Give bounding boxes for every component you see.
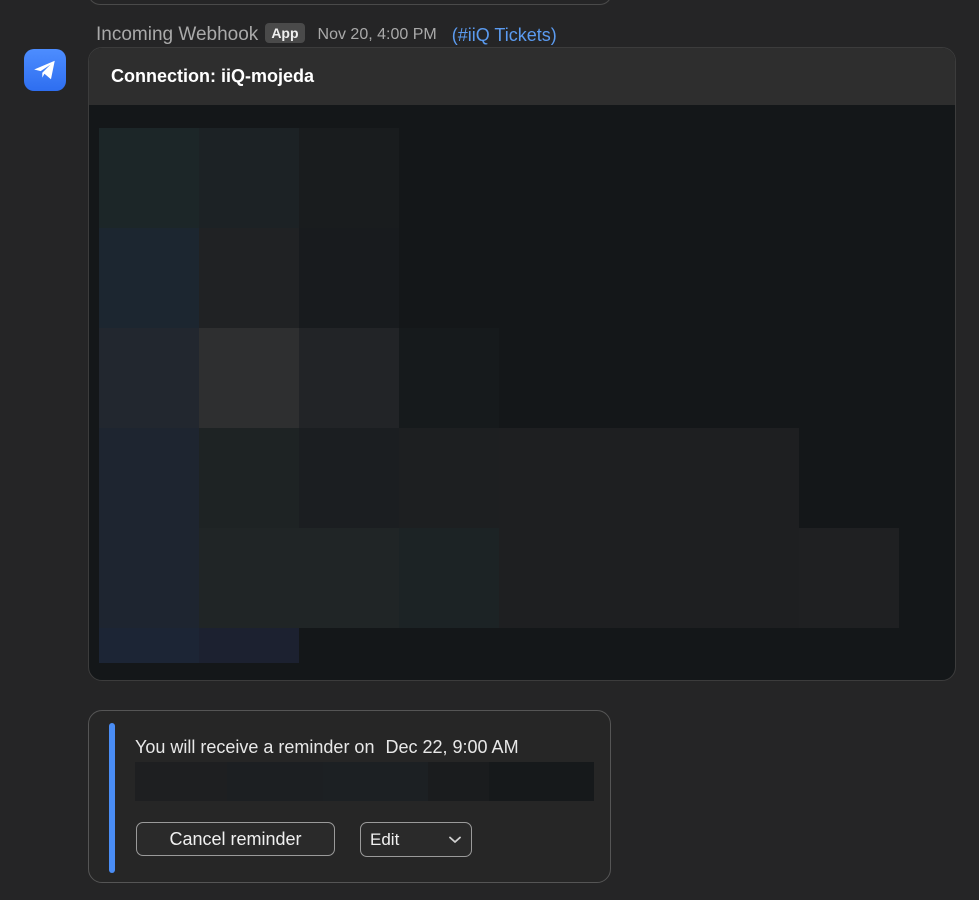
edit-dropdown-label: Edit [370, 829, 400, 849]
reminder-date: Dec 22, 9:00 AM [385, 737, 519, 757]
reminder-text: You will receive a reminder on [135, 737, 375, 757]
chevron-down-icon [449, 836, 461, 843]
app-badge: App [265, 23, 305, 43]
redacted-image [99, 128, 899, 663]
webhook-avatar[interactable] [24, 49, 66, 91]
reminder-redacted-content [135, 762, 594, 801]
message-timestamp[interactable]: Nov 20, 4:00 PM [318, 26, 437, 44]
cancel-reminder-button[interactable]: Cancel reminder [136, 822, 335, 856]
paper-plane-icon [34, 60, 55, 80]
chat-page: Incoming Webhook App Nov 20, 4:00 PM (#i… [0, 0, 979, 900]
edit-dropdown[interactable]: Edit [360, 822, 472, 857]
attachment-card: Connection: iiQ-mojeda [88, 47, 956, 681]
attachment-title-bar: Connection: iiQ-mojeda [89, 48, 955, 105]
channel-link[interactable]: (#iiQ Tickets) [452, 25, 557, 46]
reminder-message: You will receive a reminder on Dec 22, 9… [135, 737, 519, 758]
reminder-card: You will receive a reminder on Dec 22, 9… [88, 710, 611, 883]
sender-name[interactable]: Incoming Webhook [96, 24, 258, 46]
attachment-title: Connection: iiQ-mojeda [111, 66, 315, 86]
reminder-accent-bar [109, 723, 115, 873]
previous-message-card-edge [88, 0, 612, 5]
message-header: Incoming Webhook App Nov 20, 4:00 PM (#i… [96, 22, 557, 48]
